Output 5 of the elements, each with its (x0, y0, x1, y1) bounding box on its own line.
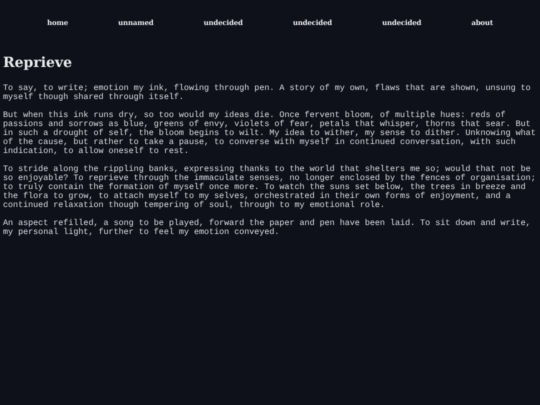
page-title: Reprieve (3, 54, 72, 72)
paragraph: To say, to write; emotion my ink, flowing through pen. A story of my own, flaws that are shown, unsung to myself though shared through itself. (3, 84, 532, 102)
paragraph: But when this ink runs dry, so too would my ideas die. Once fervent bloom, of multiple hues: reds of passions and sorrows as blue, greens of envy, violets of fear, petals that whisper, thorns that sear. But in such a drought of self, the bloom begins to wilt. My idea to wither, my sense to dither. Unknowing what of the cause, but rather to take a pause, to converse with myself in continued conversation, with such indication, to allow oneself to rest. (3, 110, 537, 156)
paragraph: An aspect refilled, a song to be played, forward the paper and pen have been laid. To sit down and write, my personal light, further to feel my emotion conveyed. (3, 218, 532, 236)
paragraph: To stride along the rippling banks, expressing thanks to the world that shelters me so; would that not be so enjoyable? To reprieve through the immaculate senses, no longer enclosed by the fences of organisation; to truly contain the formation of myself once more. To watch the suns set below, the trees in breeze and the flora to grow, to attach myself to my selves, orchestrated in their own forms of enjoyment, and a continued relaxation though tempering of soul, through to my emotional role. (3, 164, 537, 210)
